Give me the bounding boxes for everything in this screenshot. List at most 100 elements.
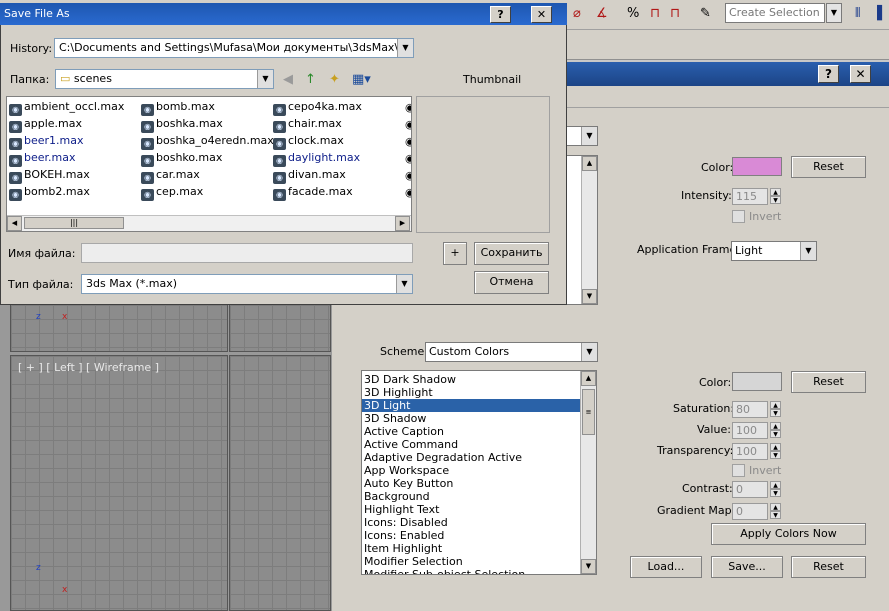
help-icon[interactable]: ? [490,6,511,23]
chevron-down-icon[interactable]: ▼ [396,275,412,293]
file-item[interactable]: ◉ boshko.max [141,150,222,167]
ui-element-item[interactable]: 3D Dark Shadow [362,373,580,386]
saturation-spinner-arrows[interactable]: ▲ ▼ [770,401,781,418]
scroll-up-icon[interactable]: ▲ [582,156,597,171]
contrast-spinner[interactable]: 0 [732,481,768,498]
ui-element-item[interactable]: Auto Key Button [362,477,580,490]
ui-element-item[interactable]: App Workspace [362,464,580,477]
new-folder-icon[interactable]: ✦ [329,72,340,87]
intensity-spinner[interactable]: 115 [732,188,768,205]
color-swatch[interactable] [732,157,782,176]
filetype-select[interactable]: 3ds Max (*.max) ▼ [81,274,413,294]
scroll-down-icon[interactable]: ▼ [581,559,596,574]
scroll-thumb[interactable]: ≡ [582,389,595,435]
angle-snap-icon[interactable]: ∡ [596,6,608,21]
ui-element-item[interactable]: Modifier Selection [362,555,580,568]
magnet-icon[interactable]: ⊓ [670,6,680,21]
apply-colors-button[interactable]: Apply Colors Now [711,523,866,545]
chevron-down-icon[interactable]: ▼ [397,39,413,57]
chevron-down-icon[interactable]: ▼ [826,3,842,23]
back-icon[interactable]: ◀ [283,72,293,87]
file-list[interactable]: ◉ ambient_occl.max ◉ apple.max ◉ beer1.max ◉ be… [6,96,412,232]
file-item[interactable]: ◉ beer.max [9,150,76,167]
reset-scheme-button[interactable]: Reset [791,556,866,578]
file-item[interactable]: ◉ car.max [141,167,200,184]
plus-button[interactable]: + [443,242,467,265]
save-button[interactable]: Сохранить [474,242,549,265]
transparency-spinner-arrows[interactable]: ▲ ▼ [770,443,781,460]
ui-element-item[interactable]: Item Highlight [362,542,580,555]
gradient-map-spinner[interactable]: 0 [732,503,768,520]
elements-scrollbar[interactable]: ▲ ≡ ▼ [580,371,596,574]
app-frame-select[interactable]: Light ▼ [731,241,817,261]
file-item[interactable]: ◉ clock.max [273,133,344,150]
contrast-spinner-arrows[interactable]: ▲ ▼ [770,481,781,498]
up-folder-icon[interactable]: ↑ [305,72,316,87]
upper-list[interactable]: ▲ ▼ [566,155,598,305]
saturation-spinner[interactable]: 80 [732,401,768,418]
viewport-top-right[interactable] [229,304,331,352]
history-select[interactable]: C:\Documents and Settings\Mufasa\Мои док… [54,38,414,58]
ui-element-item[interactable]: Highlight Text [362,503,580,516]
file-item[interactable]: ◉ BOKEH.max [9,167,90,184]
chevron-down-icon[interactable]: ▼ [581,127,597,145]
close-icon[interactable]: ✕ [531,6,552,23]
ui-element-item[interactable]: Adaptive Degradation Active [362,451,580,464]
value-spinner-arrows[interactable]: ▲ ▼ [770,422,781,439]
scheme-select[interactable]: Custom Colors ▼ [425,342,598,362]
help-button[interactable]: ? [818,65,839,83]
ui-elements-list[interactable]: 3D Dark Shadow 3D Highlight 3D Light 3D Sha… [361,370,597,575]
file-item[interactable]: ◉ facade.max [273,184,353,201]
upper-list-scrollbar[interactable]: ▲ ▼ [581,156,597,304]
file-item[interactable]: ◉ chair.max [273,116,342,133]
filename-input[interactable] [81,243,413,263]
reset-color-button[interactable]: Reset [791,156,866,178]
ui-element-item[interactable]: 3D Highlight [362,386,580,399]
file-item[interactable]: ◉ apple.max [9,116,82,133]
ui-element-item[interactable]: Active Command [362,438,580,451]
view-menu-icon[interactable]: ▦▾ [352,72,371,87]
viewport-label[interactable]: [ + ] [ Left ] [ Wireframe ] [18,361,159,374]
reset-element-color-button[interactable]: Reset [791,371,866,393]
file-item[interactable]: ◉ beer1.max [9,133,84,150]
file-item[interactable]: ◉ cep.max [141,184,203,201]
transparency-spinner[interactable]: 100 [732,443,768,460]
viewport-left[interactable] [10,355,228,611]
value-spinner[interactable]: 100 [732,422,768,439]
save-scheme-button[interactable]: Save... [711,556,783,578]
file-item[interactable]: ◉ bomb.max [141,99,215,116]
viewport-top-left[interactable] [10,304,228,352]
load-button[interactable]: Load... [630,556,702,578]
invert-checkbox[interactable] [732,210,745,223]
file-item[interactable]: ◉ ambient_occl.max [9,99,124,116]
scroll-left-icon[interactable]: ◀ [7,216,22,231]
viewport-perspective[interactable] [229,355,331,611]
selection-set-input[interactable]: Create Selection Se [725,3,825,23]
chevron-down-icon[interactable]: ▼ [581,343,597,361]
intensity-spinner-arrows[interactable]: ▲ ▼ [770,188,781,205]
folder-select[interactable]: ▭ scenes ▼ [55,69,274,89]
snap-toggle-icon[interactable]: ⌀ [573,6,581,21]
chevron-down-icon[interactable]: ▼ [800,242,816,260]
scroll-up-icon[interactable]: ▲ [581,371,596,386]
scroll-down-icon[interactable]: ▼ [582,289,597,304]
file-item[interactable]: ◉ boshka_o4eredn.max [141,133,274,150]
ui-element-item[interactable]: Modifier Sub-object Selection [362,568,580,574]
align-icon[interactable]: ▐ [872,6,882,21]
percent-snap-icon[interactable]: % [627,6,639,21]
cancel-button[interactable]: Отмена [474,271,549,294]
close-button[interactable]: ✕ [850,65,871,83]
ui-element-item[interactable]: Icons: Enabled [362,529,580,542]
ui-element-item[interactable]: 3D Shadow [362,412,580,425]
file-item[interactable]: ◉ cepo4ka.max [273,99,362,116]
ui-element-item[interactable]: 3D Light [362,399,580,412]
gradient-map-spinner-arrows[interactable]: ▲ ▼ [770,503,781,520]
category-select[interactable]: ▼ [566,126,598,146]
hscroll-thumb[interactable]: ||| [24,217,124,229]
ui-element-item[interactable]: Background [362,490,580,503]
ui-element-item[interactable]: Icons: Disabled [362,516,580,529]
chevron-down-icon[interactable]: ▼ [257,70,273,88]
file-item[interactable]: ◉ boshka.max [141,116,223,133]
invert2-checkbox[interactable] [732,464,745,477]
edit-named-selection-icon[interactable]: ✎ [700,6,711,21]
